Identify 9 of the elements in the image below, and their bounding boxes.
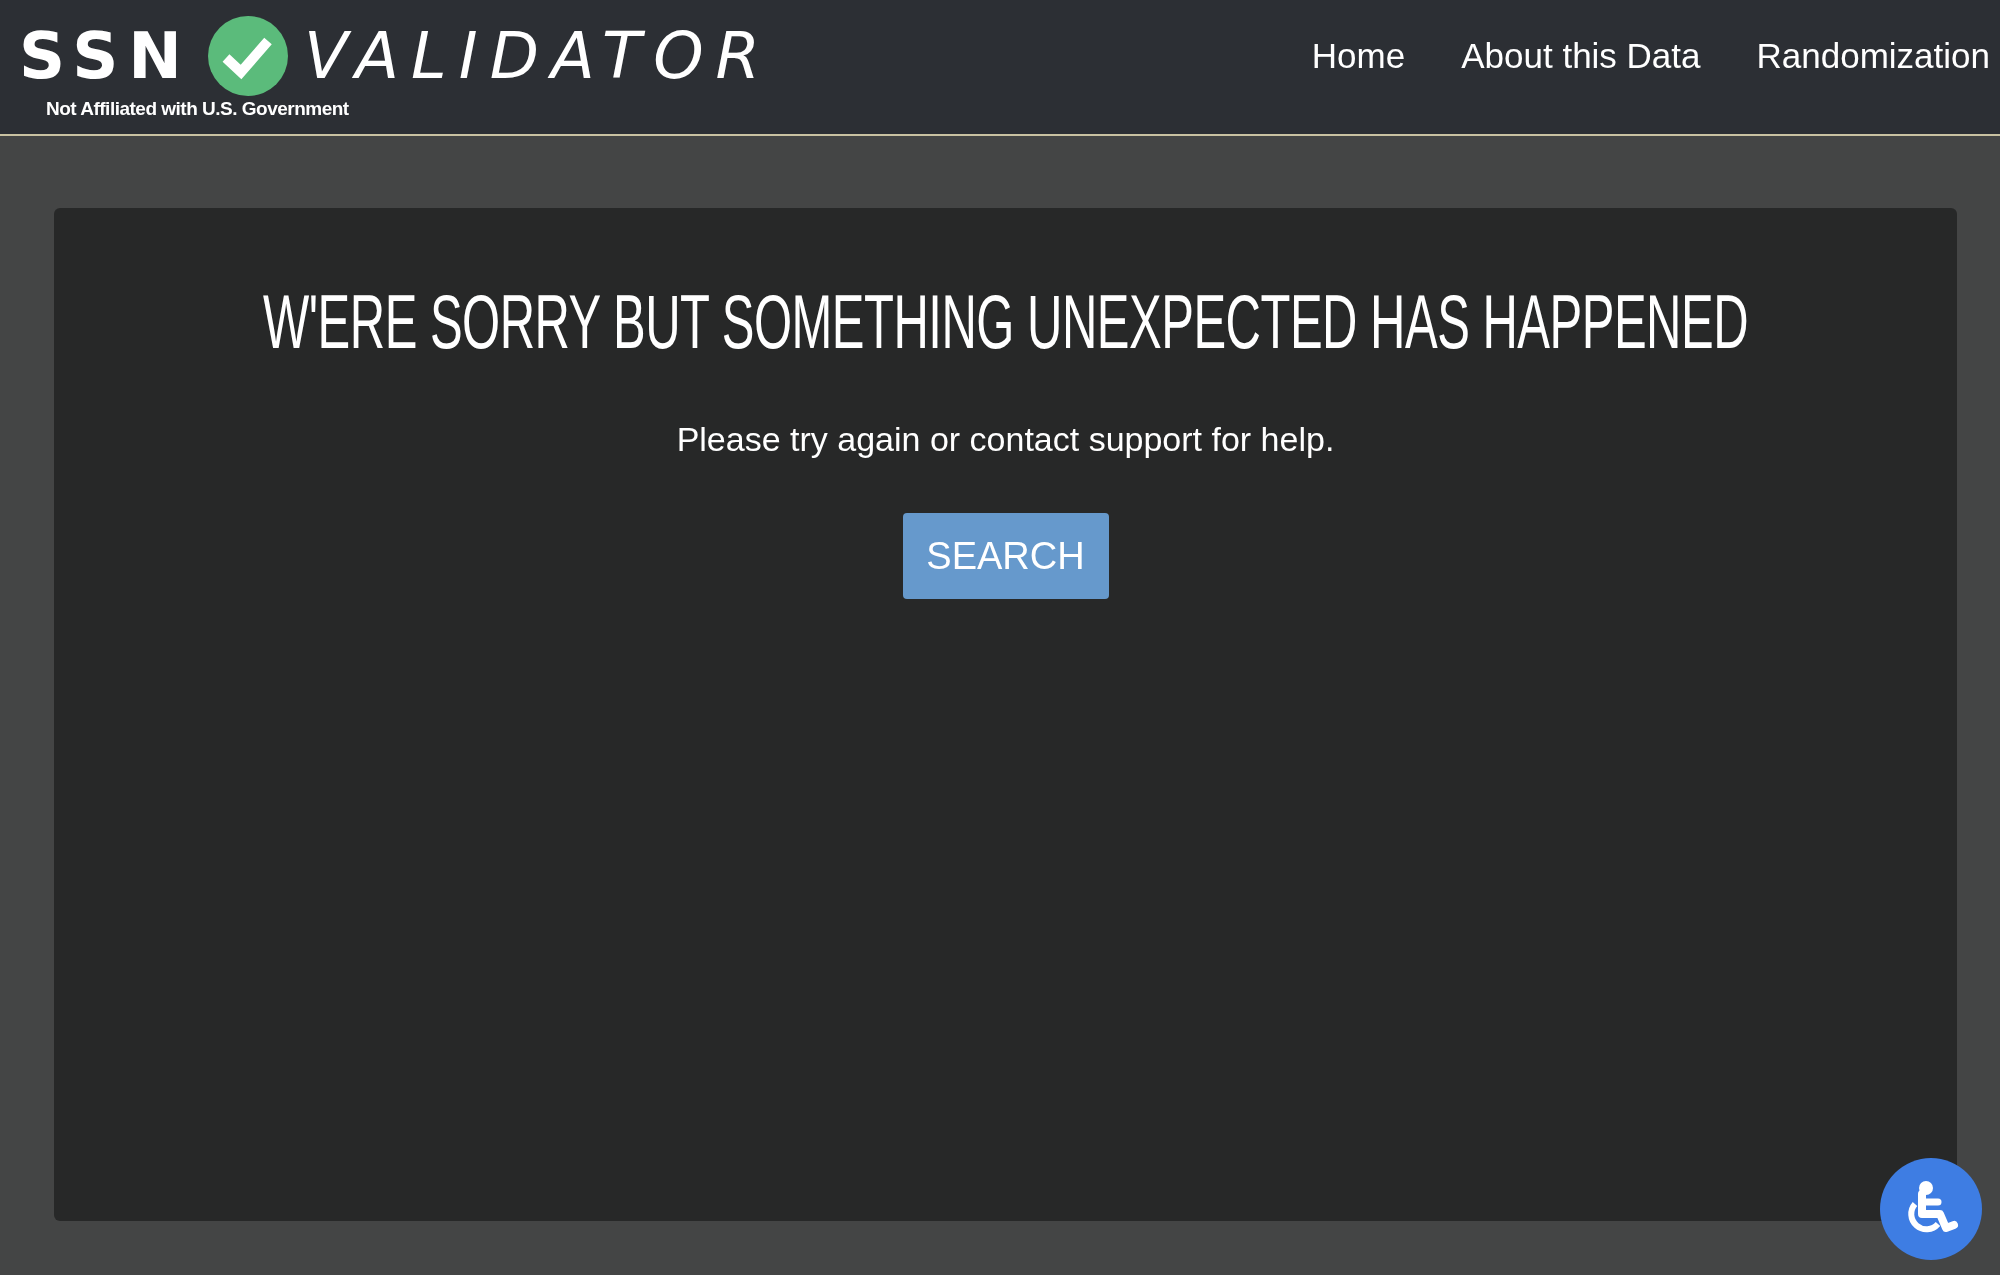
nav-link[interactable]: Randomization xyxy=(1756,36,1990,76)
error-title: W'ERE SORRY BUT SOMETHING UNEXPECTED HAS HAPPENED xyxy=(262,279,1749,366)
logo-text: VALIDATOR xyxy=(303,18,772,95)
nav-link[interactable]: About this Data xyxy=(1461,36,1701,76)
nav-link[interactable]: Home xyxy=(1311,36,1406,76)
tagline: Not Affiliated with U.S. Government xyxy=(46,98,350,120)
error-message: Please try again or contact support for help. xyxy=(676,420,1335,459)
logo-text: SSN xyxy=(19,18,192,95)
checkmark-icon xyxy=(207,16,288,96)
